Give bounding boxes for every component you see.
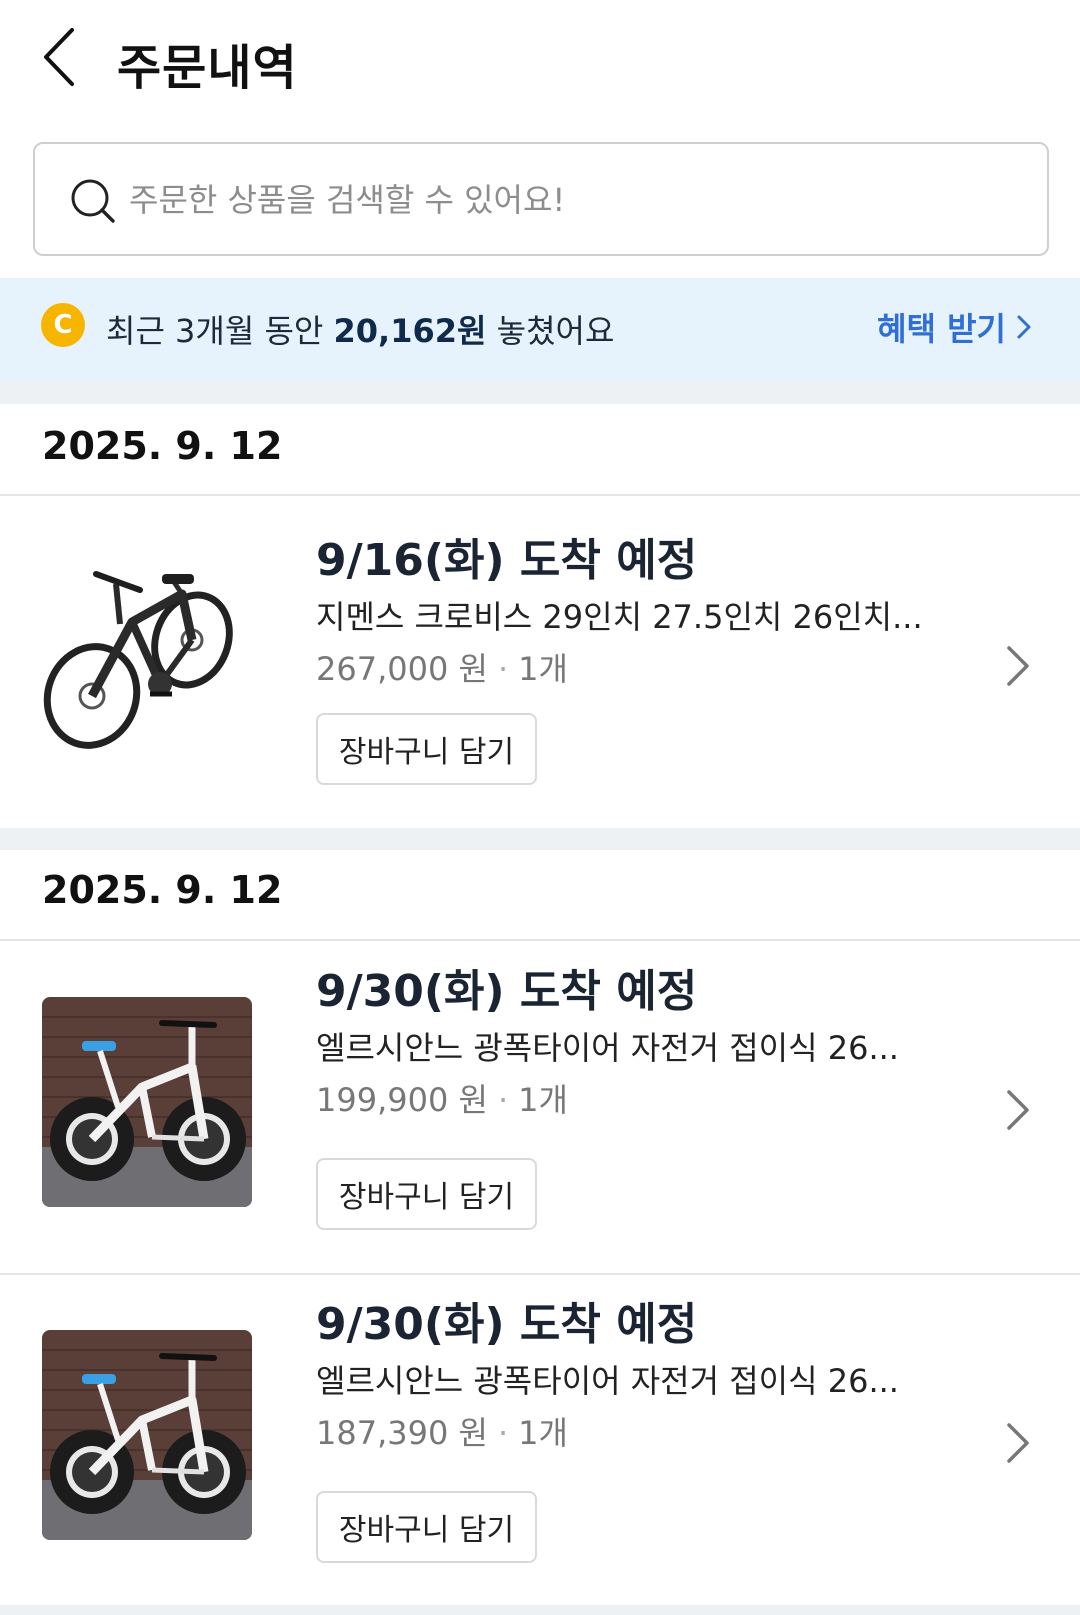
divider: [0, 494, 1080, 496]
product-name[interactable]: 지멘스 크로비스 29인치 27.5인치 26인치...: [316, 592, 956, 638]
get-benefit-label: 혜택 받기: [877, 310, 1006, 348]
savings-text-after: 놓쳤어요: [486, 312, 615, 350]
product-price: 267,000 원: [316, 650, 488, 688]
get-benefit-button[interactable]: 혜택 받기: [877, 304, 1032, 350]
product-name[interactable]: 엘르시안느 광폭타이어 자전거 접이식 26...: [316, 1356, 956, 1402]
product-quantity: 1개: [518, 1081, 568, 1119]
price-line: 267,000 원 · 1개: [316, 650, 568, 688]
chevron-right-icon[interactable]: [1003, 1088, 1033, 1132]
product-price: 187,390 원: [316, 1414, 488, 1452]
chevron-right-icon: [1017, 315, 1031, 339]
price-line: 199,900 원 · 1개: [316, 1081, 568, 1119]
add-to-cart-button[interactable]: 장바구니 담기: [316, 1158, 537, 1230]
delivery-status: 9/30(화) 도착 예정: [316, 966, 698, 1017]
coin-icon: C: [41, 303, 85, 347]
add-to-cart-button[interactable]: 장바구니 담기: [316, 713, 537, 785]
search-input[interactable]: [129, 166, 1009, 234]
divider: [0, 1273, 1080, 1275]
search-icon: [71, 179, 115, 223]
delivery-status: 9/16(화) 도착 예정: [316, 535, 698, 586]
back-button[interactable]: [40, 26, 90, 88]
section-gap: [0, 828, 1080, 850]
order-date: 2025. 9. 12: [42, 424, 283, 468]
product-quantity: 1개: [518, 1414, 568, 1452]
product-quantity: 1개: [518, 650, 568, 688]
product-price: 199,900 원: [316, 1081, 488, 1119]
add-to-cart-button[interactable]: 장바구니 담기: [316, 1491, 537, 1563]
product-name[interactable]: 엘르시안느 광폭타이어 자전거 접이식 26...: [316, 1023, 956, 1069]
chevron-right-icon[interactable]: [1003, 644, 1033, 688]
savings-text-before: 최근 3개월 동안: [106, 312, 334, 350]
search-box[interactable]: [33, 142, 1049, 256]
section-gap: [0, 1605, 1080, 1615]
savings-amount: 20,162원: [333, 312, 487, 350]
price-line: 187,390 원 · 1개: [316, 1414, 568, 1452]
product-image-fat-tire-bike[interactable]: [42, 997, 252, 1207]
section-gap: [0, 382, 1080, 404]
order-item[interactable]: 9/16(화) 도착 예정 지멘스 크로비스 29인치 27.5인치 26인치.…: [0, 510, 1080, 810]
product-image-mountain-bike[interactable]: [42, 544, 252, 754]
order-item[interactable]: 9/30(화) 도착 예정 엘르시안느 광폭타이어 자전거 접이식 26... …: [0, 1288, 1080, 1588]
header: 주문내역: [0, 0, 1080, 120]
product-image-fat-tire-bike[interactable]: [42, 1330, 252, 1540]
page-title: 주문내역: [117, 40, 298, 96]
order-history-page: 주문내역 C 최근 3개월 동안 20,162원 놓쳤어요 혜택 받기 2025…: [0, 0, 1080, 1615]
order-date: 2025. 9. 12: [42, 868, 283, 912]
savings-text: 최근 3개월 동안 20,162원 놓쳤어요: [106, 306, 614, 352]
divider: [0, 939, 1080, 941]
chevron-right-icon[interactable]: [1003, 1421, 1033, 1465]
delivery-status: 9/30(화) 도착 예정: [316, 1299, 698, 1350]
order-item[interactable]: 9/30(화) 도착 예정 엘르시안느 광폭타이어 자전거 접이식 26... …: [0, 955, 1080, 1255]
chevron-left-icon: [44, 28, 74, 86]
